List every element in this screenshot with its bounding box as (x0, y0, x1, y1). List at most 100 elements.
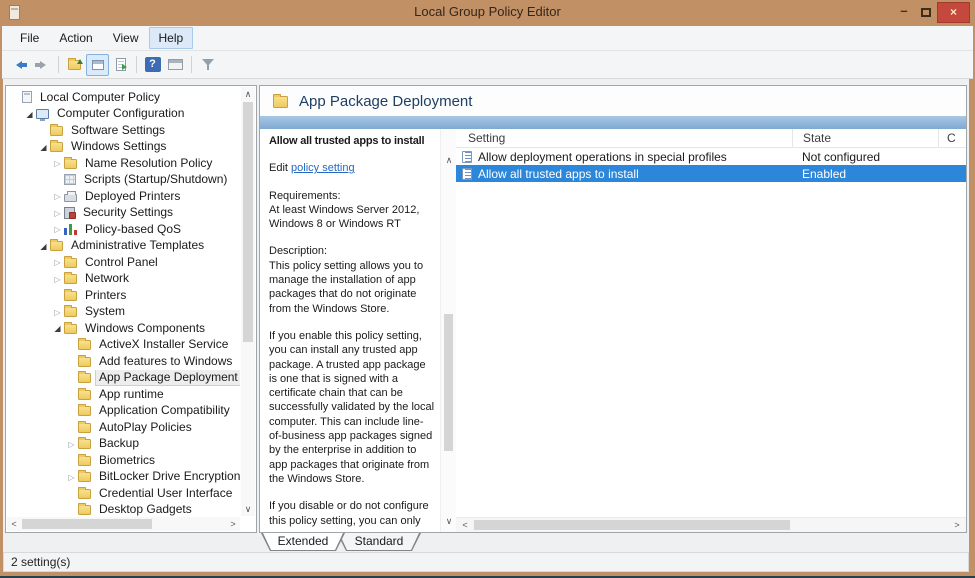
forward-icon[interactable] (31, 54, 54, 76)
tree-item-security-settings[interactable]: Security Settings (8, 205, 240, 222)
expander-collapsed-icon[interactable] (51, 271, 64, 288)
expander-collapsed-icon[interactable] (65, 436, 78, 453)
tree-item-credential-user-interface[interactable]: Credential User Interface (8, 485, 240, 502)
folder-icon (78, 423, 91, 433)
tree-item-label: Control Panel (82, 255, 161, 270)
tree-item-label: Windows Settings (68, 139, 169, 154)
toolbar-separator (191, 56, 192, 73)
requirements-text: At least Windows Server 2012, Windows 8 … (269, 203, 435, 232)
list-horizontal-scrollbar[interactable]: < > (456, 517, 966, 532)
column-setting[interactable]: Setting (456, 131, 792, 145)
description-scrollbar[interactable]: ∧ ∨ (440, 129, 456, 532)
expander-expanded-icon[interactable] (51, 320, 64, 337)
policy-setting-link[interactable]: policy setting (291, 162, 355, 174)
filter-icon[interactable] (196, 54, 219, 76)
expander-collapsed-icon[interactable] (51, 254, 64, 271)
view-tabs: ExtendedStandard (261, 533, 421, 551)
up-one-level-icon[interactable] (63, 54, 86, 76)
scroll-left-icon[interactable]: < (7, 517, 21, 531)
tree-item-computer-configuration[interactable]: Computer Configuration (8, 106, 240, 123)
result-header-title: App Package Deployment (299, 93, 472, 110)
expander-expanded-icon[interactable] (37, 139, 50, 156)
tree-horizontal-scrollbar[interactable]: < > (7, 517, 240, 531)
expander-expanded-icon[interactable] (23, 106, 36, 123)
local-group-policy-editor-window: Local Group Policy Editor – × FileAction… (0, 0, 975, 578)
tab-standard[interactable]: Standard (337, 533, 421, 551)
back-icon[interactable] (8, 54, 31, 76)
folder-icon (78, 373, 91, 383)
tree-item-activex-installer-service[interactable]: ActiveX Installer Service (8, 337, 240, 354)
setting-name: Allow deployment operations in special p… (478, 150, 727, 164)
scroll-right-icon[interactable]: > (226, 517, 240, 531)
tree-item-policy-based-qos[interactable]: Policy-based QoS (8, 221, 240, 238)
tree-item-add-features-to-windows[interactable]: Add features to Windows (8, 353, 240, 370)
tree-item-name-resolution-policy[interactable]: Name Resolution Policy (8, 155, 240, 172)
tree-item-app-package-deployment[interactable]: App Package Deployment (8, 370, 240, 387)
tree-item-biometrics[interactable]: Biometrics (8, 452, 240, 469)
console-window-icon[interactable] (164, 54, 187, 76)
console-tree-icon (92, 60, 104, 70)
tree-item-desktop-gadgets[interactable]: Desktop Gadgets (8, 502, 240, 517)
tree-item-backup[interactable]: Backup (8, 436, 240, 453)
scrollbar-thumb[interactable] (243, 102, 253, 342)
tree-item-label: Deployed Printers (82, 189, 183, 204)
tree-item-network[interactable]: Network (8, 271, 240, 288)
scrollbar-thumb[interactable] (474, 520, 790, 530)
scroll-down-icon[interactable]: ∨ (442, 514, 456, 528)
tree-item-control-panel[interactable]: Control Panel (8, 254, 240, 271)
tree-item-system[interactable]: System (8, 304, 240, 321)
tree-item-scripts-startup-shutdown[interactable]: Scripts (Startup/Shutdown) (8, 172, 240, 189)
tree-item-autoplay-policies[interactable]: AutoPlay Policies (8, 419, 240, 436)
tree-item-local-computer-policy[interactable]: Local Computer Policy (8, 89, 240, 106)
tree-item-deployed-printers[interactable]: Deployed Printers (8, 188, 240, 205)
tree-item-windows-settings[interactable]: Windows Settings (8, 139, 240, 156)
expander-expanded-icon[interactable] (37, 238, 50, 255)
scroll-up-icon[interactable]: ∧ (241, 87, 255, 101)
help-icon[interactable] (141, 54, 164, 76)
tree-item-label: Add features to Windows (96, 354, 235, 369)
setting-state: Enabled (792, 167, 938, 181)
menu-item-view[interactable]: View (103, 27, 149, 49)
scroll-left-icon[interactable]: < (458, 518, 472, 532)
scrollbar-thumb[interactable] (22, 519, 152, 529)
tree-item-windows-components[interactable]: Windows Components (8, 320, 240, 337)
expander-collapsed-icon[interactable] (51, 155, 64, 172)
tree-item-software-settings[interactable]: Software Settings (8, 122, 240, 139)
expander-collapsed-icon[interactable] (51, 304, 64, 321)
expander-collapsed-icon[interactable] (51, 205, 64, 222)
status-bar: 2 setting(s) (3, 552, 969, 572)
folder-icon (50, 126, 63, 136)
scroll-up-icon[interactable]: ∧ (442, 153, 456, 167)
expander-collapsed-icon[interactable] (51, 221, 64, 238)
tree-vertical-scrollbar[interactable]: ∧ ∨ (241, 87, 255, 516)
show-console-tree-icon[interactable] (86, 54, 109, 76)
tree: Local Computer PolicyComputer Configurat… (8, 89, 240, 516)
menu-item-file[interactable]: File (10, 27, 49, 49)
scrollbar-thumb[interactable] (444, 314, 453, 451)
scroll-right-icon[interactable]: > (950, 518, 964, 532)
folder-icon (50, 241, 63, 251)
expander-collapsed-icon[interactable] (65, 469, 78, 486)
tree-item-label: Application Compatibility (96, 403, 233, 418)
export-list-icon[interactable] (109, 54, 132, 76)
menu-item-action[interactable]: Action (49, 27, 102, 49)
column-state[interactable]: State (792, 129, 938, 147)
console-icon (22, 91, 32, 103)
computer-icon (36, 109, 49, 119)
tab-extended[interactable]: Extended (261, 533, 345, 551)
scroll-down-icon[interactable]: ∨ (241, 502, 255, 516)
expander-collapsed-icon[interactable] (51, 188, 64, 205)
maximize-button[interactable] (915, 3, 937, 23)
menu-item-help[interactable]: Help (149, 27, 194, 49)
tree-item-bitlocker-drive-encryption[interactable]: BitLocker Drive Encryption (8, 469, 240, 486)
tree-item-administrative-templates[interactable]: Administrative Templates (8, 238, 240, 255)
setting-row[interactable]: Allow deployment operations in special p… (456, 148, 966, 165)
column-comment[interactable]: C (938, 129, 966, 147)
close-button[interactable]: × (937, 2, 970, 23)
setting-row[interactable]: Allow all trusted apps to installEnabled (456, 165, 966, 182)
menu-bar: FileActionViewHelp (2, 26, 973, 51)
tree-item-app-runtime[interactable]: App runtime (8, 386, 240, 403)
tree-item-printers[interactable]: Printers (8, 287, 240, 304)
tree-item-application-compatibility[interactable]: Application Compatibility (8, 403, 240, 420)
minimize-button[interactable]: – (893, 3, 915, 23)
